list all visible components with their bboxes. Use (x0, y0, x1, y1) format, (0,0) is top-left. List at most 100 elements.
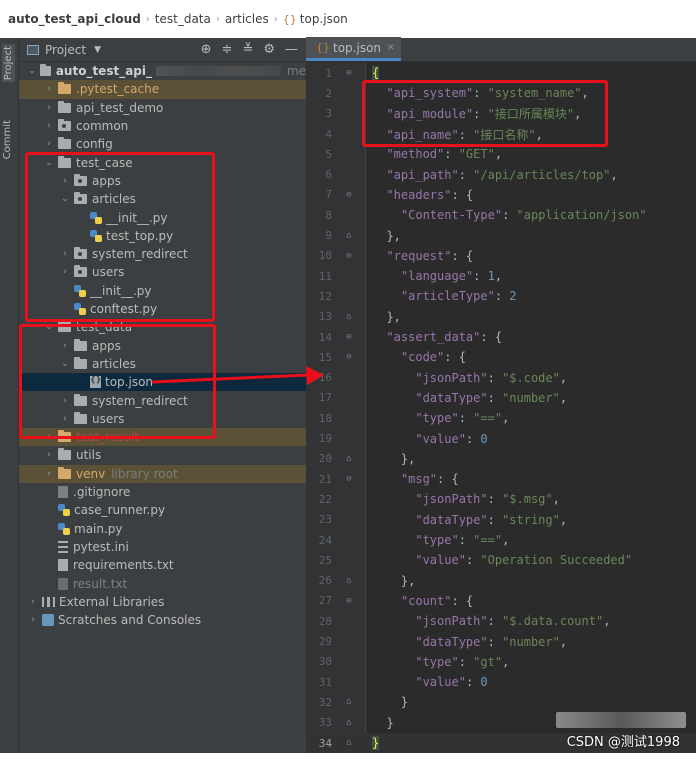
chevron-right-icon[interactable]: › (43, 432, 55, 442)
fold-marker-icon[interactable]: ⊖ (336, 352, 362, 362)
code-token: : (487, 370, 503, 385)
line-number: 33 (318, 716, 332, 730)
chevron-right-icon[interactable]: › (59, 414, 71, 424)
project-view-selector[interactable]: Project (45, 43, 86, 57)
fold-end-icon[interactable]: ⌂ (336, 697, 362, 707)
chevron-down-icon[interactable]: ⌄ (27, 66, 37, 76)
chevron-right-icon[interactable]: › (59, 267, 71, 277)
tree-item[interactable]: › External Libraries (19, 593, 306, 611)
fold-marker-icon[interactable]: ⊖ (336, 474, 362, 484)
code-token: "value" (415, 553, 466, 568)
python-file-icon (74, 284, 86, 297)
code-token: }, (372, 573, 416, 588)
fold-marker-icon[interactable]: ⊖ (336, 190, 362, 200)
collapse-all-icon[interactable]: ≑ (222, 42, 233, 57)
fold-end-icon[interactable]: ⌂ (336, 576, 362, 586)
code-token: 0 (480, 675, 488, 690)
chevron-right-icon[interactable]: › (43, 103, 55, 113)
tree-item[interactable]: ⌄ test_case (19, 154, 306, 172)
code-token: "type" (415, 411, 459, 426)
code-token: "method" (386, 147, 445, 162)
chevron-right-icon[interactable]: › (59, 396, 71, 406)
tree-item[interactable]: › test_result (19, 428, 306, 447)
tree-item[interactable]: › apps (19, 172, 306, 190)
tree-item[interactable]: ⌄ articles (19, 190, 306, 208)
code-token: "api_name" (386, 127, 459, 142)
tree-item[interactable]: › .pytest_cache (19, 80, 306, 99)
chevron-down-icon[interactable]: ⌄ (59, 359, 71, 369)
gear-icon[interactable]: ⚙ (263, 42, 275, 57)
tree-item-label: system_redirect (92, 393, 188, 408)
tree-item[interactable]: › system_redirect (19, 391, 306, 409)
code-line: 19 "value": 0 (306, 428, 696, 448)
chevron-right-icon[interactable]: › (59, 176, 71, 186)
tree-item[interactable]: __init__.py (19, 282, 306, 300)
tree-item[interactable]: ⌄ test_data (19, 318, 306, 336)
fold-marker-icon[interactable]: ⊖ (336, 596, 362, 606)
chevron-right-icon[interactable]: › (43, 469, 55, 479)
code-token: "/api/articles/top" (473, 167, 611, 182)
code-token: "number" (502, 390, 560, 405)
tree-item[interactable]: __init__.py (19, 208, 306, 226)
chevron-down-icon[interactable]: ▼ (94, 45, 101, 55)
chevron-right-icon[interactable]: › (43, 121, 55, 131)
fold-marker-icon[interactable]: ⊖ (336, 68, 362, 78)
tree-item[interactable]: › utils (19, 446, 306, 464)
tree-item[interactable]: .gitignore (19, 483, 306, 501)
package-folder-icon (74, 265, 87, 278)
tree-item[interactable]: requirements.txt (19, 556, 306, 574)
tree-item[interactable]: › common (19, 117, 306, 135)
fold-end-icon[interactable]: ⌂ (336, 312, 362, 322)
chevron-down-icon[interactable]: ⌄ (59, 194, 71, 204)
code-token: , (574, 107, 582, 122)
tree-item[interactable]: › system_redirect (19, 245, 306, 263)
locate-icon[interactable]: ⊕ (201, 42, 212, 57)
breadcrumb-item-project[interactable]: auto_test_api_cloud (8, 12, 141, 26)
tree-item-label: case_runner.py (74, 503, 166, 518)
project-tool-tab[interactable]: Project (2, 44, 15, 83)
tree-item[interactable]: › apps (19, 337, 306, 355)
chevron-down-icon[interactable]: ⌄ (43, 322, 55, 332)
breadcrumb-item-articles[interactable]: articles (225, 12, 269, 26)
tree-item[interactable]: ⌄ auto_test_api_ me (19, 62, 306, 80)
tree-item[interactable]: test_top.py (19, 227, 306, 245)
tree-item[interactable]: › users (19, 410, 306, 428)
tree-item[interactable]: › users (19, 263, 306, 281)
chevron-right-icon[interactable]: › (43, 450, 55, 460)
minimize-icon[interactable]: — (285, 42, 298, 57)
fold-marker-icon[interactable]: ⊖ (336, 332, 362, 342)
fold-end-icon[interactable]: ⌂ (336, 454, 362, 464)
fold-end-icon[interactable]: ⌂ (336, 718, 362, 728)
fold-end-icon[interactable]: ⌂ (336, 738, 362, 748)
fold-end-icon[interactable]: ⌂ (336, 231, 362, 241)
chevron-down-icon[interactable]: ⌄ (43, 158, 55, 168)
tree-item[interactable]: pytest.ini (19, 538, 306, 556)
chevron-right-icon[interactable]: › (27, 615, 39, 625)
tree-item[interactable]: case_runner.py (19, 501, 306, 519)
tree-item-label: test_data (76, 320, 133, 335)
tree-item[interactable]: › Scratches and Consoles (19, 611, 306, 629)
chevron-right-icon[interactable]: › (59, 249, 71, 259)
breadcrumb-item-file[interactable]: {} top.json (283, 12, 348, 26)
tree-item[interactable]: main.py (19, 520, 306, 538)
breadcrumb-item-test-data[interactable]: test_data (155, 12, 211, 26)
commit-tool-tab[interactable]: Commit (2, 120, 13, 159)
tree-item[interactable]: result.txt (19, 574, 306, 592)
chevron-right-icon[interactable]: › (43, 84, 55, 94)
tree-item[interactable]: › venv library root (19, 464, 306, 483)
chevron-right-icon[interactable]: › (43, 139, 55, 149)
fold-marker-icon[interactable]: ⊖ (336, 251, 362, 261)
expand-all-icon[interactable]: ≚ (242, 42, 253, 57)
editor-tab-top-json[interactable]: {} top.json ✕ (306, 37, 401, 61)
tree-item[interactable]: › api_test_demo (19, 99, 306, 117)
code-token: : (487, 614, 503, 629)
close-icon[interactable]: ✕ (387, 43, 395, 53)
tree-item[interactable]: conftest.py (19, 300, 306, 318)
tree-item[interactable]: › config (19, 135, 306, 153)
chevron-right-icon[interactable]: › (27, 597, 39, 607)
code-token: "assert_data" (386, 330, 481, 345)
chevron-right-icon[interactable]: › (59, 341, 71, 351)
